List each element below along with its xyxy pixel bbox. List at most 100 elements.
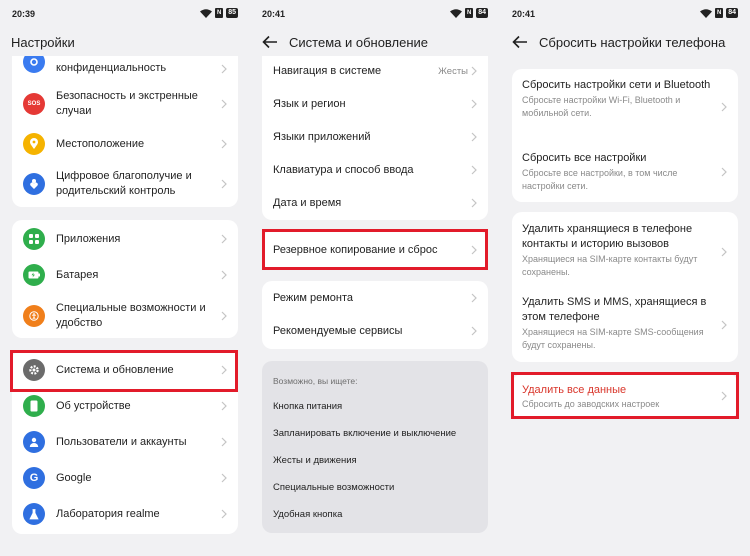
chevron-right-icon xyxy=(221,311,227,321)
keyboard-label: Клавиатура и способ ввода xyxy=(273,163,414,176)
settings-item-system[interactable]: Система и обновление xyxy=(12,356,238,384)
reset-group-1: Сбросить настройки сети и Bluetooth Сбро… xyxy=(512,69,738,202)
suggestion-item[interactable]: Запланировать включение и выключение xyxy=(273,428,456,439)
settings-item-privacy[interactable]: конфиденциальность xyxy=(12,56,238,78)
settings-item-label: Безопасность и экстренные случаи xyxy=(56,90,198,117)
keyboard-item[interactable]: Клавиатура и способ ввода xyxy=(262,159,488,181)
settings-item-users[interactable]: Пользователи и аккаунты xyxy=(12,430,238,454)
date-time-label: Дата и время xyxy=(273,196,342,209)
settings-item-label: Приложения xyxy=(56,232,121,245)
settings-item-label: Пользователи и аккаунты xyxy=(56,435,187,448)
status-time: 20:39 xyxy=(12,9,36,19)
chevron-right-icon xyxy=(221,401,227,411)
chevron-right-icon xyxy=(721,391,727,401)
chevron-right-icon xyxy=(471,99,477,109)
settings-item-wellbeing[interactable]: Цифровое благополучие и родительский кон… xyxy=(12,162,238,206)
language-region-item[interactable]: Язык и регион xyxy=(262,93,488,115)
accessibility-icon xyxy=(23,305,45,327)
chevron-right-icon xyxy=(721,102,727,112)
chevron-right-icon xyxy=(471,245,477,255)
chevron-right-icon xyxy=(221,437,227,447)
settings-item-lab[interactable]: Лаборатория realme xyxy=(12,502,238,526)
erase-all-card: Удалить все данные Сбросить до заводских… xyxy=(512,374,738,418)
chevron-right-icon xyxy=(221,99,227,109)
gear-icon xyxy=(23,359,45,381)
settings-item-label: Google xyxy=(56,471,92,484)
chevron-right-icon xyxy=(721,320,727,330)
chevron-right-icon xyxy=(471,198,477,208)
back-arrow-icon[interactable] xyxy=(261,33,279,51)
back-arrow-icon[interactable] xyxy=(511,33,529,51)
suggestion-item[interactable]: Удобная кнопка xyxy=(273,509,342,520)
chevron-right-icon xyxy=(221,270,227,280)
sim-icon: N xyxy=(215,8,224,18)
delete-sms-desc: Хранящиеся на SIM-карте SMS-сообщения бу… xyxy=(522,327,704,350)
settings-item-google[interactable]: G Google xyxy=(12,466,238,490)
reset-phone-screen: 20:41 N 84 Сбросить настройки телефона С… xyxy=(500,0,750,556)
reset-all-settings-item[interactable]: Сбросить все настройки Сбросьте все наст… xyxy=(522,151,717,193)
backup-reset-label: Резервное копирование и сброс xyxy=(273,243,438,256)
settings-item-accessibility[interactable]: Специальные возможности и удобство xyxy=(12,294,238,338)
status-bar: 20:41 N 84 xyxy=(512,8,738,22)
chevron-right-icon xyxy=(721,167,727,177)
chevron-right-icon xyxy=(221,365,227,375)
apps-icon xyxy=(23,228,45,250)
reset-group-2: Удалить хранящиеся в телефоне контакты и… xyxy=(512,212,738,362)
suggestion-item[interactable]: Жесты и движения xyxy=(273,455,357,466)
chevron-right-icon xyxy=(221,139,227,149)
wellbeing-icon xyxy=(23,173,45,195)
recommended-services-label: Рекомендуемые сервисы xyxy=(273,324,403,337)
system-group-3: Режим ремонта Рекомендуемые сервисы xyxy=(262,281,488,349)
chevron-right-icon xyxy=(221,64,227,74)
date-time-item[interactable]: Дата и время xyxy=(262,192,488,214)
page-title: Система и обновление xyxy=(289,35,429,50)
suggestions-card: Возможно, вы ищете: Кнопка питания Запла… xyxy=(262,361,488,533)
navigation-value: Жесты xyxy=(438,65,468,77)
suggestion-item[interactable]: Специальные возможности xyxy=(273,482,394,493)
settings-item-apps[interactable]: Приложения xyxy=(12,226,238,252)
suggestions-title: Возможно, вы ищете: xyxy=(273,376,358,386)
repair-mode-item[interactable]: Режим ремонта xyxy=(262,287,488,309)
chevron-right-icon xyxy=(221,473,227,483)
reset-network-item[interactable]: Сбросить настройки сети и Bluetooth Сбро… xyxy=(522,78,717,120)
recommended-services-item[interactable]: Рекомендуемые сервисы xyxy=(262,320,488,342)
reset-network-desc: Сбросьте настройки Wi-Fi, Bluetooth и мо… xyxy=(522,95,681,118)
wifi-icon xyxy=(700,8,713,18)
chevron-right-icon xyxy=(221,509,227,519)
settings-item-safety[interactable]: SOS Безопасность и экстренные случаи xyxy=(12,82,238,126)
settings-item-label: Специальные возможности и удобство xyxy=(56,302,206,329)
chevron-right-icon xyxy=(471,66,477,76)
users-icon xyxy=(23,431,45,453)
status-bar: 20:41 N 84 xyxy=(262,8,488,22)
navigation-label: Навигация в системе xyxy=(273,64,382,77)
chevron-right-icon xyxy=(721,247,727,257)
settings-item-about[interactable]: Об устройстве xyxy=(12,394,238,418)
battery-indicator: 84 xyxy=(726,8,738,18)
delete-contacts-item[interactable]: Удалить хранящиеся в телефоне контакты и… xyxy=(522,222,717,279)
settings-item-battery[interactable]: Батарея xyxy=(12,262,238,288)
sim-icon: N xyxy=(715,8,724,18)
settings-screen: 20:39 N 85 Настройки конфиденциальность … xyxy=(0,0,250,556)
backup-reset-item[interactable]: Резервное копирование и сброс xyxy=(262,239,488,261)
battery-icon xyxy=(23,264,45,286)
app-languages-label: Языки приложений xyxy=(273,130,371,143)
lab-icon xyxy=(23,503,45,525)
app-languages-item[interactable]: Языки приложений xyxy=(262,126,488,148)
reset-all-settings-desc: Сбросьте все настройки, в том числе наст… xyxy=(522,168,678,191)
delete-sms-item[interactable]: Удалить SMS и MMS, хранящиеся в этом тел… xyxy=(522,295,717,352)
suggestion-item[interactable]: Кнопка питания xyxy=(273,401,342,412)
chevron-right-icon xyxy=(221,234,227,244)
language-region-label: Язык и регион xyxy=(273,97,346,110)
settings-group-1: конфиденциальность SOS Безопасность и эк… xyxy=(12,56,238,207)
chevron-right-icon xyxy=(471,132,477,142)
page-title: Настройки xyxy=(11,35,75,50)
navigation-item[interactable]: Навигация в системе Жесты xyxy=(262,60,488,82)
sim-icon: N xyxy=(465,8,474,18)
erase-all-data-title: Удалить все данные xyxy=(522,384,627,396)
erase-all-data-item[interactable]: Удалить все данные Сбросить до заводских… xyxy=(522,383,717,411)
status-time: 20:41 xyxy=(512,9,536,19)
settings-item-label: Об устройстве xyxy=(56,399,131,412)
erase-all-data-desc: Сбросить до заводских настроек xyxy=(522,399,660,409)
settings-item-location[interactable]: Местоположение xyxy=(12,130,238,158)
status-time: 20:41 xyxy=(262,9,286,19)
